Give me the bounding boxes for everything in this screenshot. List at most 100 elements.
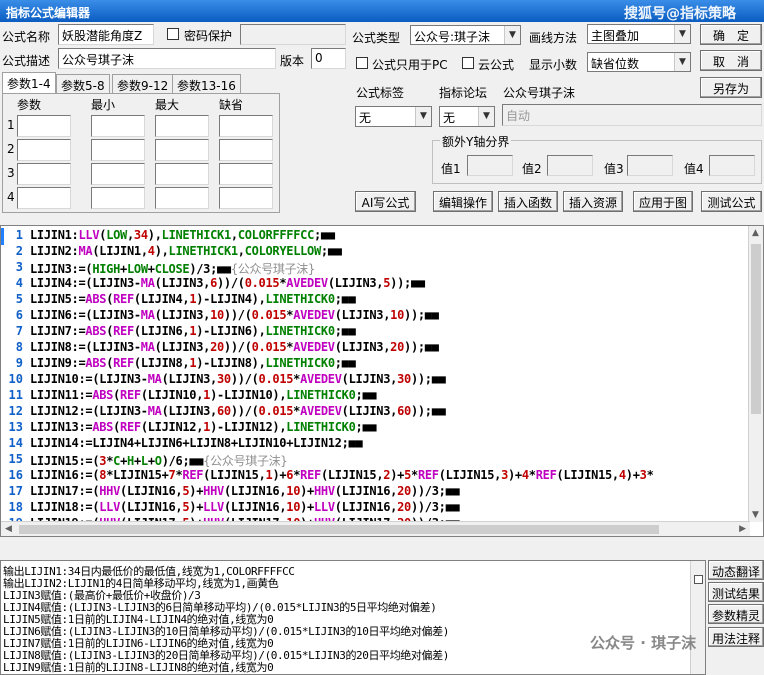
params-panel: 参数 最小 最大 缺省 1 2 3 4 (2, 93, 280, 213)
param-header-name: 参数 (17, 98, 42, 112)
param-max-input[interactable] (155, 187, 209, 209)
formula-tag-label: 公式标签 (356, 86, 405, 100)
chevron-down-icon: ▼ (415, 107, 431, 126)
horizontal-scrollbar[interactable]: ◀ ▶ (1, 521, 750, 536)
line-number: 2 (15, 244, 23, 258)
param-max-input[interactable] (155, 115, 209, 137)
pc-only-label: 公式只用于PC (372, 58, 448, 72)
code-line[interactable]: LIJIN12:=(LIJIN3-MA(LIJIN3,60))/(0.015*A… (30, 404, 763, 418)
code-line[interactable]: LIJIN6:=(LIJIN3-MA(LIJIN3,10))/(0.015*AV… (30, 308, 763, 322)
value4-input[interactable] (709, 155, 755, 176)
param-min-input[interactable] (91, 139, 145, 161)
scroll-down-icon[interactable]: ▼ (752, 510, 759, 520)
formula-desc-input[interactable]: 公众号琪子沫 (58, 48, 276, 69)
test-result-button[interactable]: 测试结果 (708, 582, 764, 602)
decimals-select[interactable]: 缺省位数 ▼ (587, 52, 691, 72)
chevron-down-icon: ▼ (504, 26, 520, 44)
param-min-input[interactable] (91, 187, 145, 209)
code-line[interactable]: LIJIN9:=ABS(REF(LIJIN8,1)-LIJIN8),LINETH… (30, 356, 763, 370)
param-wizard-button[interactable]: 参数精灵 (708, 604, 764, 624)
tab-params-9-12[interactable]: 参数9-12 (112, 74, 174, 93)
pc-only-checkbox[interactable] (356, 57, 368, 69)
output-line: LIJIN9赋值:1日前的LIJIN8-LIJIN8的绝对值,线宽为0 (3, 661, 274, 674)
password-label: 密码保护 (184, 29, 233, 43)
param-max-input[interactable] (155, 163, 209, 185)
extra-y-axis-label: 额外Y轴分界 (440, 133, 512, 150)
output-scrollbar[interactable] (690, 561, 705, 674)
edit-op-button[interactable]: 编辑操作 (433, 191, 493, 212)
auto-input[interactable]: 自动 (502, 104, 762, 126)
tab-params-13-16[interactable]: 参数13-16 (172, 74, 241, 93)
draw-method-value: 主图叠加 (591, 29, 640, 43)
save-as-button[interactable]: 另存为 (700, 77, 762, 98)
code-line[interactable]: LIJIN4:=(LIJIN3-MA(LIJIN3,6))/(0.015*AVE… (30, 276, 763, 290)
insert-function-button[interactable]: 插入函数 (498, 191, 558, 212)
insert-resource-button[interactable]: 插入资源 (563, 191, 623, 212)
test-formula-button[interactable]: 测试公式 (701, 191, 762, 212)
code-line[interactable]: LIJIN15:=(3*C+H+L+O)/6;■■{公众号琪子沫} (30, 452, 763, 469)
code-line[interactable]: LIJIN17:=(HHV(LIJIN16,5)+HHV(LIJIN16,10)… (30, 484, 763, 498)
draw-method-label: 画线方法 (529, 31, 578, 45)
param-max-input[interactable] (155, 139, 209, 161)
formula-type-select[interactable]: 公众号:琪子沫 ▼ (410, 25, 521, 45)
formula-name-input[interactable]: 妖股潜能角度Z (58, 24, 154, 45)
code-line[interactable]: LIJIN14:=LIJIN4+LIJIN6+LIJIN8+LIJIN10+LI… (30, 436, 763, 450)
code-line[interactable]: LIJIN2:MA(LIJIN1,4),LINETHICK1,COLORYELL… (30, 244, 763, 258)
code-line[interactable]: LIJIN10:=(LIJIN3-MA(LIJIN3,30))/(0.015*A… (30, 372, 763, 386)
value1-input[interactable] (467, 155, 513, 176)
usage-note-button[interactable]: 用法注释 (708, 627, 764, 647)
value2-input[interactable] (547, 155, 593, 176)
confirm-button[interactable]: 确 定 (700, 24, 762, 45)
scroll-up-icon[interactable]: ▲ (752, 228, 759, 238)
tab-params-5-8[interactable]: 参数5-8 (56, 74, 110, 93)
dynamic-translate-button[interactable]: 动态翻译 (708, 560, 764, 580)
param-default-input[interactable] (219, 187, 273, 209)
line-number: 17 (8, 484, 23, 498)
param-name-input[interactable] (17, 139, 71, 161)
draw-method-select[interactable]: 主图叠加 ▼ (587, 24, 691, 44)
code-line[interactable]: LIJIN7:=ABS(REF(LIJIN6,1)-LIJIN6),LINETH… (30, 324, 763, 338)
code-line[interactable]: LIJIN3:=(HIGH+LOW+CLOSE)/3;■■{公众号琪子沫} (30, 260, 763, 277)
code-line[interactable]: LIJIN13:=ABS(REF(LIJIN12,1)-LIJIN12),LIN… (30, 420, 763, 434)
line-number: 3 (15, 260, 23, 274)
code-line[interactable]: LIJIN11:=ABS(REF(LIJIN10,1)-LIJIN10),LIN… (30, 388, 763, 402)
version-input[interactable]: 0 (311, 48, 346, 69)
forum-select[interactable]: 无 ▼ (439, 106, 495, 127)
code-line[interactable]: LIJIN1:LLV(LOW,34),LINETHICK1,COLORFFFFC… (30, 228, 763, 242)
code-line[interactable]: LIJIN8:=(LIJIN3-MA(LIJIN3,20))/(0.015*AV… (30, 340, 763, 354)
cloud-checkbox[interactable] (462, 57, 474, 69)
scroll-right-icon[interactable]: ▶ (739, 524, 746, 534)
param-default-input[interactable] (219, 115, 273, 137)
param-header-min: 最小 (91, 98, 116, 112)
scroll-thumb[interactable] (19, 525, 659, 534)
cancel-button[interactable]: 取 消 (700, 50, 762, 71)
param-name-input[interactable] (17, 187, 71, 209)
formula-tag-select[interactable]: 无 ▼ (355, 106, 432, 127)
param-name-input[interactable] (17, 115, 71, 137)
param-default-input[interactable] (219, 139, 273, 161)
code-editor[interactable]: 12345678910111213141516171819 LIJIN1:LLV… (0, 225, 764, 537)
code-line[interactable]: LIJIN5:=ABS(REF(LIJIN4,1)-LIJIN4),LINETH… (30, 292, 763, 306)
param-default-input[interactable] (219, 163, 273, 185)
forum-label: 指标论坛 (439, 86, 488, 100)
apply-to-chart-button[interactable]: 应用于图 (633, 191, 693, 212)
code-line[interactable]: LIJIN16:=(8*LIJIN15+7*REF(LIJIN15,1)+6*R… (30, 468, 763, 482)
window-title: 指标公式编辑器 (6, 6, 91, 20)
tab-params-1-4[interactable]: 参数1-4 (2, 72, 56, 94)
line-number: 6 (15, 308, 23, 322)
param-min-input[interactable] (91, 163, 145, 185)
ai-write-button[interactable]: AI写公式 (355, 191, 416, 212)
scroll-thumb[interactable] (751, 244, 761, 414)
scroll-left-icon[interactable]: ◀ (5, 524, 12, 534)
password-checkbox[interactable] (167, 28, 179, 40)
param-min-input[interactable] (91, 115, 145, 137)
formula-type-label: 公式类型 (352, 31, 401, 45)
output-checkbox[interactable] (694, 575, 703, 584)
param-name-input[interactable] (17, 163, 71, 185)
password-input[interactable] (240, 24, 346, 45)
formula-name-label: 公式名称 (2, 30, 51, 44)
code-line[interactable]: LIJIN18:=(LLV(LIJIN16,5)+LLV(LIJIN16,10)… (30, 500, 763, 514)
chevron-down-icon: ▼ (478, 107, 494, 126)
value3-input[interactable] (627, 155, 673, 176)
vertical-scrollbar[interactable]: ▲ ▼ (748, 226, 763, 522)
